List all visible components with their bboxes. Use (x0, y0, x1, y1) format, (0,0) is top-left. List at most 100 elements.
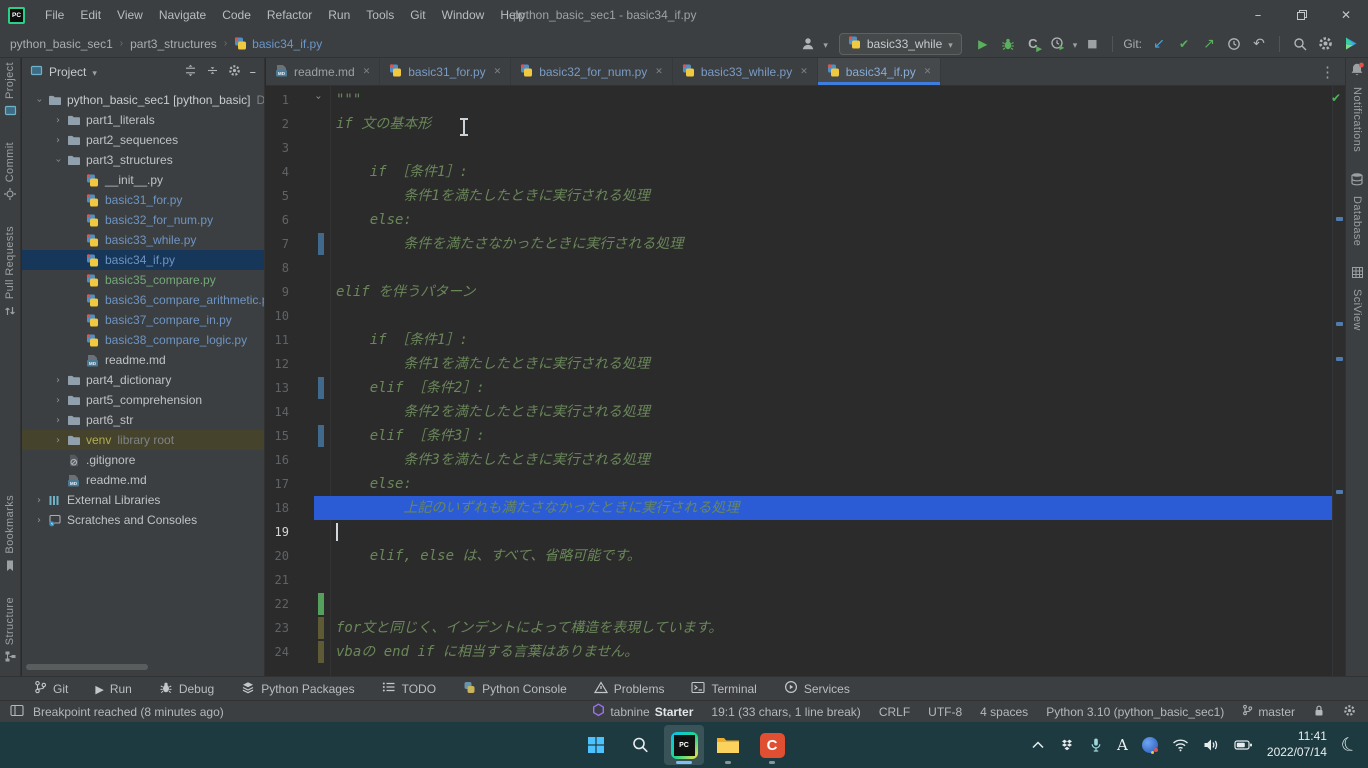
editor-line-21[interactable]: 21 (266, 568, 1332, 592)
tree-item-external-libraries[interactable]: ›External Libraries (22, 490, 264, 510)
breadcrumb-item-python-basic-sec1[interactable]: python_basic_sec1 (10, 37, 113, 51)
lock-icon[interactable] (1313, 704, 1325, 720)
tool-stripe-sciview[interactable]: SciView (1351, 266, 1364, 331)
status-file-encoding[interactable]: UTF-8 (928, 705, 962, 719)
change-mark[interactable] (1336, 322, 1343, 326)
tab-basic33-while-py[interactable]: basic33_while.py✕ (673, 58, 818, 85)
status-python-interpreter[interactable]: Python 3.10 (python_basic_sec1) (1046, 705, 1224, 719)
toolwindow-python-console[interactable]: Python Console (463, 681, 567, 697)
tree-chevron-icon[interactable]: › (32, 515, 46, 526)
line-number[interactable]: 7 (266, 232, 289, 256)
line-number[interactable]: 6 (266, 208, 289, 232)
line-number[interactable]: 3 (266, 136, 289, 160)
editor-line-24[interactable]: 24vbaの end if に相当する言葉はありません。 (266, 640, 1332, 664)
tab-close-icon[interactable]: ✕ (494, 67, 502, 77)
restore-button[interactable] (1280, 0, 1324, 30)
editor-line-3[interactable]: 3 (266, 136, 1332, 160)
change-mark[interactable] (1336, 490, 1343, 494)
tab-basic34-if-py[interactable]: basic34_if.py✕ (818, 58, 942, 85)
toolwindow-problems[interactable]: Problems (594, 681, 665, 697)
toolwindow-terminal[interactable]: Terminal (691, 681, 756, 697)
tab-basic32-for-num-py[interactable]: basic32_for_num.py✕ (511, 58, 673, 85)
tab-readme-md[interactable]: MDreadme.md✕ (266, 58, 380, 85)
tree-item-venv[interactable]: ›venvlibrary root (22, 430, 264, 450)
line-number[interactable]: 19 (266, 520, 289, 544)
status-caret-position[interactable]: 19:1 (33 chars, 1 line break) (711, 705, 860, 719)
tree-item-python-basic-sec1-python-basic[interactable]: ›python_basic_sec1 [python_basic]D:\ (22, 90, 264, 110)
editor-line-1[interactable]: 1›""" (266, 88, 1332, 112)
layout-icon[interactable] (10, 704, 24, 720)
tool-stripe-commit[interactable]: Commit (3, 142, 17, 206)
line-number[interactable]: 8 (266, 256, 289, 280)
tree-item-scratches-and-consoles[interactable]: ›Scratches and Consoles (22, 510, 264, 530)
tree-chevron-icon[interactable]: › (51, 135, 65, 146)
line-number[interactable]: 2 (266, 112, 289, 136)
horizontal-scrollbar[interactable] (26, 664, 148, 670)
status-line-separator[interactable]: CRLF (879, 705, 910, 719)
taskbar-pycharm[interactable]: PC (664, 725, 704, 765)
taskbar-start[interactable] (576, 725, 616, 765)
line-number[interactable]: 12 (266, 352, 289, 376)
dropbox-icon[interactable] (1059, 738, 1075, 752)
tree-item-part1-literals[interactable]: ›part1_literals (22, 110, 264, 130)
history-button[interactable] (1224, 33, 1244, 55)
tree-item-part2-sequences[interactable]: ›part2_sequences (22, 130, 264, 150)
menu-tools[interactable]: Tools (358, 4, 402, 26)
tree-item-readme-md[interactable]: MDreadme.md (22, 350, 264, 370)
tree-item-basic38-compare-logic-py[interactable]: basic38_compare_logic.py (22, 330, 264, 350)
tree-chevron-icon[interactable]: › (51, 375, 65, 386)
taskbar-search[interactable] (620, 725, 660, 765)
tool-stripe-database[interactable]: Database (1350, 172, 1364, 246)
profiler-button[interactable] (1048, 33, 1068, 55)
menu-refactor[interactable]: Refactor (259, 4, 320, 26)
battery-icon[interactable] (1234, 739, 1253, 751)
editor-line-15[interactable]: 15 elif ［条件3］: (266, 424, 1332, 448)
browser-sphere-icon[interactable] (1142, 737, 1158, 753)
chevron-up-icon[interactable] (1031, 740, 1045, 750)
minimize-button[interactable]: – (1236, 0, 1280, 30)
editor-line-2[interactable]: 2if 文の基本形 (266, 112, 1332, 136)
tree-item-basic31-for-py[interactable]: basic31_for.py (22, 190, 264, 210)
toolwindow-git[interactable]: Git (34, 680, 68, 697)
line-number[interactable]: 15 (266, 424, 289, 448)
tree-item-gitignore[interactable]: .gitignore (22, 450, 264, 470)
line-number[interactable]: 13 (266, 376, 289, 400)
debug-button[interactable] (998, 33, 1018, 55)
hide-panel-button[interactable]: – (250, 65, 257, 79)
menu-git[interactable]: Git (402, 4, 433, 26)
settings-gear-button[interactable] (1315, 33, 1335, 55)
user-menu-button[interactable] (798, 33, 818, 55)
tool-stripe-project[interactable]: Project (4, 62, 17, 122)
tree-chevron-icon[interactable]: › (32, 95, 46, 106)
tree-chevron-icon[interactable]: › (51, 395, 65, 406)
tree-item-basic33-while-py[interactable]: basic33_while.py (22, 230, 264, 250)
tree-item-readme-md[interactable]: MDreadme.md (22, 470, 264, 490)
tree-item-part5-comprehension[interactable]: ›part5_comprehension (22, 390, 264, 410)
line-number[interactable]: 17 (266, 472, 289, 496)
line-number[interactable]: 5 (266, 184, 289, 208)
mic-icon[interactable] (1089, 737, 1103, 753)
line-number[interactable]: 10 (266, 304, 289, 328)
stop-button[interactable]: ■ (1082, 33, 1102, 55)
wifi-icon[interactable] (1172, 738, 1189, 752)
tree-item-part6-str[interactable]: ›part6_str (22, 410, 264, 430)
editor-line-18[interactable]: 18 上記のいずれも満たさなかったときに実行される処理 (266, 496, 1332, 520)
toolwindow-todo[interactable]: TODO (382, 681, 436, 696)
tab-close-icon[interactable]: ✕ (924, 67, 932, 77)
line-number[interactable]: 16 (266, 448, 289, 472)
editor-line-9[interactable]: 9elif を伴うパターン (266, 280, 1332, 304)
line-number[interactable]: 11 (266, 328, 289, 352)
toolwindow-debug[interactable]: Debug (159, 681, 214, 697)
tab-close-icon[interactable]: ✕ (655, 67, 663, 77)
editor-line-14[interactable]: 14 条件2を満たしたときに実行される処理 (266, 400, 1332, 424)
editor-line-17[interactable]: 17 else: (266, 472, 1332, 496)
tool-stripe-structure[interactable]: Structure (4, 597, 17, 668)
menu-window[interactable]: Window (434, 4, 493, 26)
editor[interactable]: 1›"""2if 文の基本形34 if ［条件1］:5 条件1を満たしたときに実… (266, 86, 1345, 676)
project-view-selector[interactable]: Project (49, 65, 86, 79)
editor-line-22[interactable]: 22 (266, 592, 1332, 616)
line-number[interactable]: 1 (266, 88, 289, 112)
run-button[interactable]: ▶ (973, 33, 993, 55)
git-branch-status[interactable]: master (1242, 704, 1295, 719)
line-number[interactable]: 18 (266, 496, 289, 520)
